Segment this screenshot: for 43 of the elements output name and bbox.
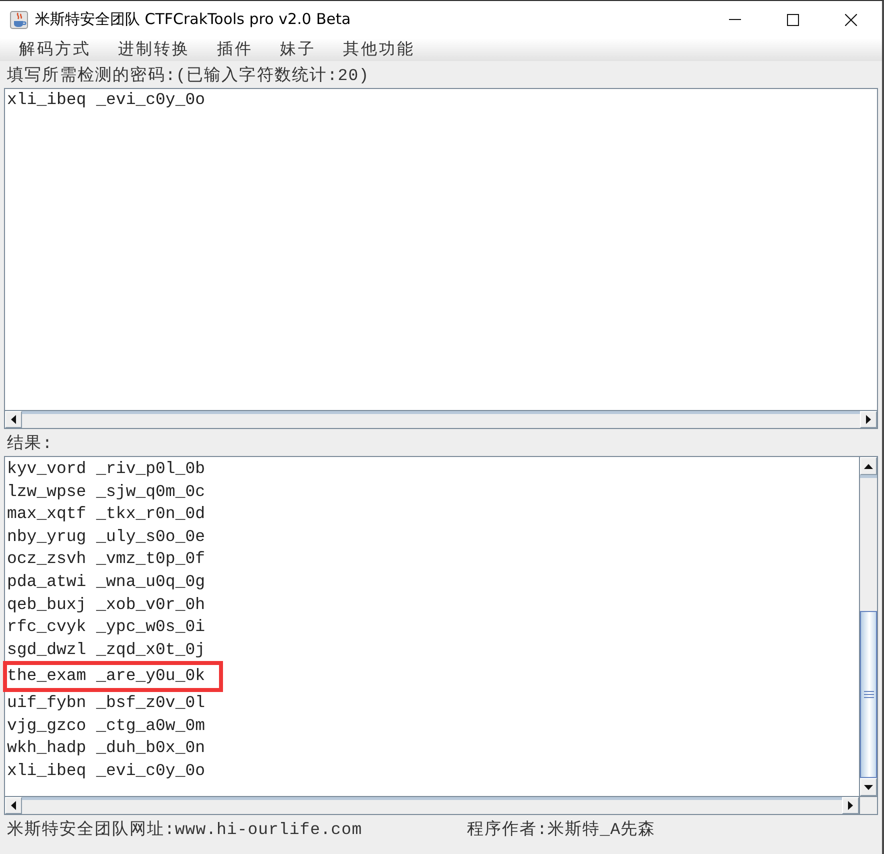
close-icon bbox=[845, 14, 857, 26]
scroll-left-button[interactable] bbox=[5, 797, 22, 814]
result-line: sgd_dwzl _zqd_x0t_0j bbox=[6, 638, 206, 661]
author-text: 程序作者:米斯特_A先森 bbox=[467, 818, 656, 841]
result-line: max_xqtf _tkx_r0n_0d bbox=[6, 503, 206, 526]
scroll-right-button[interactable] bbox=[860, 411, 877, 428]
menu-item[interactable]: 其他功能 bbox=[329, 38, 428, 60]
result-line: lzw_wpse _sjw_q0m_0c bbox=[6, 480, 206, 503]
result-line: uif_fybn _bsf_z0v_0l bbox=[6, 692, 206, 714]
scroll-up-button[interactable] bbox=[860, 457, 877, 475]
result-line: vjg_gzco _ctg_a0w_0m bbox=[6, 714, 206, 737]
left-triangle-icon bbox=[11, 415, 16, 424]
password-label: 填写所需检测的密码:(已输入字符数统计:20) bbox=[7, 65, 370, 87]
results-label: 结果: bbox=[7, 433, 53, 455]
minimize-icon bbox=[729, 19, 741, 20]
result-line: qeb_buxj _xob_v0r_0h bbox=[6, 594, 206, 616]
window-title: 米斯特安全团队 CTFCrakTools pro v2.0 Beta bbox=[35, 9, 351, 30]
maximize-icon bbox=[787, 14, 799, 26]
menu-item[interactable]: 解码方式 bbox=[5, 38, 104, 60]
result-line: pda_atwi _wna_u0q_0g bbox=[6, 570, 206, 593]
menu-item[interactable]: 进制转换 bbox=[104, 38, 203, 60]
down-triangle-icon bbox=[864, 784, 873, 790]
result-line: xli_ibeq _evi_c0y_0o bbox=[6, 760, 206, 782]
scroll-down-button[interactable] bbox=[860, 778, 877, 796]
result-line: rfc_cvyk _ypc_w0s_0i bbox=[6, 616, 206, 638]
right-triangle-icon bbox=[848, 801, 853, 810]
right-triangle-icon bbox=[866, 415, 871, 424]
left-triangle-icon bbox=[11, 801, 16, 810]
menu-item[interactable]: 妹子 bbox=[266, 38, 329, 60]
coffee-cup-icon bbox=[10, 10, 28, 28]
result-line: nby_yrug _uly_s0o_0e bbox=[6, 526, 206, 548]
results-text-area[interactable] bbox=[5, 457, 859, 796]
scroll-left-button[interactable] bbox=[5, 411, 22, 428]
result-line: wkh_hadp _duh_b0x_0n bbox=[6, 737, 206, 760]
grip-icon bbox=[864, 691, 874, 698]
up-triangle-icon bbox=[864, 464, 873, 468]
scroll-right-button[interactable] bbox=[842, 797, 859, 814]
password-input-field[interactable]: xli_ibeq _evi_c0y_0o bbox=[4, 88, 878, 411]
result-line: ocz_zsvh _vmz_t0p_0f bbox=[6, 548, 206, 570]
scrollbar-thumb[interactable] bbox=[860, 611, 877, 778]
result-line: kyv_vord _riv_p0l_0b bbox=[6, 458, 206, 480]
menu-item[interactable]: 插件 bbox=[203, 38, 266, 60]
website-text: 米斯特安全团队网址:www.hi-ourlife.com bbox=[7, 818, 362, 841]
